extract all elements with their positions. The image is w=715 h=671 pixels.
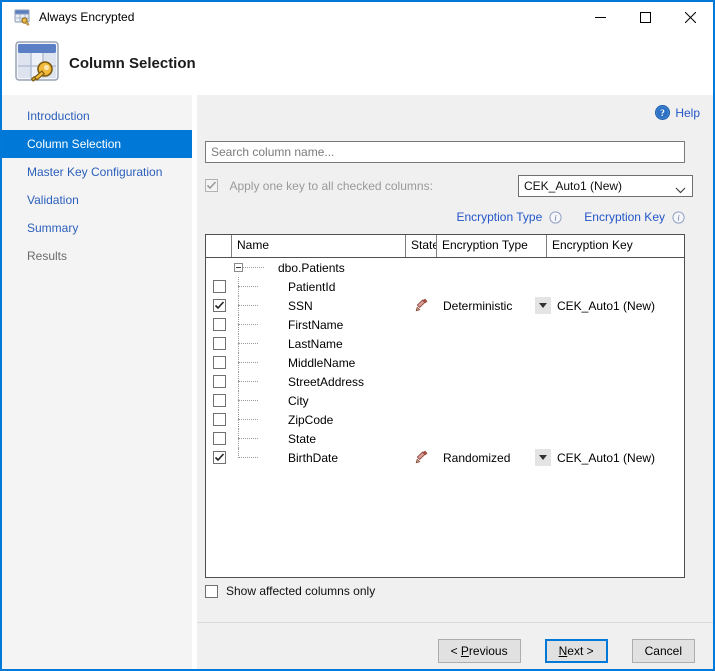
table-group-row: dbo.Patients bbox=[206, 258, 684, 277]
column-checkbox-city[interactable] bbox=[213, 394, 226, 407]
close-button[interactable] bbox=[668, 2, 713, 33]
columns-table: Name State Encryption Type Encryption Ke… bbox=[205, 234, 685, 578]
table-row-ssn: SSN Deterministic CEK_Auto1 (New) bbox=[206, 296, 684, 315]
table-key-icon bbox=[14, 40, 61, 91]
pencil-icon bbox=[415, 451, 428, 464]
minimize-button[interactable] bbox=[578, 2, 623, 33]
column-checkbox-ssn[interactable] bbox=[213, 299, 226, 312]
wizard-steps-nav: IntroductionColumn SelectionMaster Key C… bbox=[2, 95, 192, 669]
col-header-checkbox bbox=[206, 235, 232, 257]
help-icon: ? bbox=[655, 105, 670, 120]
encryption-key-info-icon[interactable]: i bbox=[672, 211, 685, 224]
column-name: PatientId bbox=[288, 280, 335, 294]
search-input[interactable] bbox=[205, 141, 685, 163]
col-header-encryption-key: Encryption Key bbox=[547, 235, 684, 257]
show-affected-checkbox[interactable] bbox=[205, 585, 218, 598]
column-name: SSN bbox=[288, 299, 313, 313]
table-row-zipcode: ZipCode bbox=[206, 410, 684, 429]
encryption-type-link[interactable]: Encryption Type bbox=[456, 210, 542, 224]
column-selection-panel: ? Help Apply one key to all checked colu… bbox=[197, 95, 713, 669]
footer-buttons: < Previous Next > Cancel bbox=[197, 639, 713, 663]
column-name: FirstName bbox=[288, 318, 343, 332]
column-checkbox-zipcode[interactable] bbox=[213, 413, 226, 426]
show-affected-label: Show affected columns only bbox=[226, 584, 375, 598]
sidebar-item-summary[interactable]: Summary bbox=[2, 214, 192, 242]
previous-button[interactable]: < Previous bbox=[438, 639, 521, 663]
column-checkbox-middlename[interactable] bbox=[213, 356, 226, 369]
sidebar-item-column-selection[interactable]: Column Selection bbox=[2, 130, 192, 158]
always-encrypted-window: Always Encrypted bbox=[0, 0, 715, 671]
col-header-name: Name bbox=[232, 235, 406, 257]
col-header-encryption-type: Encryption Type bbox=[437, 235, 547, 257]
window-title: Always Encrypted bbox=[39, 2, 134, 33]
column-name: ZipCode bbox=[288, 413, 333, 427]
apply-key-row: Apply one key to all checked columns: CE… bbox=[205, 177, 713, 199]
sidebar-item-introduction[interactable]: Introduction bbox=[2, 102, 192, 130]
table-row-state: State bbox=[206, 429, 684, 448]
column-checkbox-firstname[interactable] bbox=[213, 318, 226, 331]
encryption-type-value: Deterministic bbox=[437, 299, 512, 313]
column-checkbox-state[interactable] bbox=[213, 432, 226, 445]
svg-text:?: ? bbox=[660, 109, 665, 119]
table-row-lastname: LastName bbox=[206, 334, 684, 353]
columns-table-header: Name State Encryption Type Encryption Ke… bbox=[206, 235, 684, 258]
column-checkbox-lastname[interactable] bbox=[213, 337, 226, 350]
column-name: MiddleName bbox=[288, 356, 355, 370]
app-table-key-icon bbox=[14, 9, 31, 26]
encryption-key-value: CEK_Auto1 (New) bbox=[547, 299, 655, 313]
column-name: City bbox=[288, 394, 309, 408]
table-row-streetaddress: StreetAddress bbox=[206, 372, 684, 391]
cancel-button[interactable]: Cancel bbox=[632, 639, 695, 663]
cek-dropdown-value: CEK_Auto1 (New) bbox=[524, 179, 622, 193]
table-row-patientid: PatientId bbox=[206, 277, 684, 296]
column-name: LastName bbox=[288, 337, 343, 351]
help-link[interactable]: ? Help bbox=[655, 105, 700, 120]
encryption-type-value: Randomized bbox=[437, 451, 510, 465]
apply-key-checkbox bbox=[205, 179, 218, 192]
encryption-key-link[interactable]: Encryption Key bbox=[584, 210, 665, 224]
sidebar-item-results: Results bbox=[2, 242, 192, 270]
column-name: StreetAddress bbox=[288, 375, 364, 389]
encryption-key-value: CEK_Auto1 (New) bbox=[547, 451, 655, 465]
sidebar-item-validation[interactable]: Validation bbox=[2, 186, 192, 214]
table-row-middlename: MiddleName bbox=[206, 353, 684, 372]
table-row-city: City bbox=[206, 391, 684, 410]
show-affected-row: Show affected columns only bbox=[205, 584, 375, 598]
group-name: dbo.Patients bbox=[278, 261, 345, 275]
chevron-down-icon bbox=[675, 183, 686, 197]
column-name: BirthDate bbox=[288, 451, 338, 465]
column-name: State bbox=[288, 432, 316, 446]
collapse-icon[interactable] bbox=[234, 263, 243, 272]
column-checkbox-birthdate[interactable] bbox=[213, 451, 226, 464]
table-row-birthdate: BirthDate Randomized CEK_Auto1 (New) bbox=[206, 448, 684, 467]
column-checkbox-streetaddress[interactable] bbox=[213, 375, 226, 388]
page-title: Column Selection bbox=[69, 55, 196, 72]
encryption-type-info-icon[interactable]: i bbox=[549, 211, 562, 224]
apply-key-label: Apply one key to all checked columns: bbox=[229, 179, 432, 193]
wizard-header: Column Selection bbox=[2, 33, 713, 95]
pencil-icon bbox=[415, 299, 428, 312]
sidebar-item-master-key-configuration[interactable]: Master Key Configuration bbox=[2, 158, 192, 186]
next-button[interactable]: Next > bbox=[545, 639, 608, 663]
column-header-links: Encryption Type i Encryption Key i bbox=[456, 210, 685, 224]
help-label: Help bbox=[675, 106, 700, 120]
titlebar: Always Encrypted bbox=[2, 2, 713, 33]
cek-dropdown[interactable]: CEK_Auto1 (New) bbox=[518, 175, 693, 197]
maximize-button[interactable] bbox=[623, 2, 668, 33]
table-row-firstname: FirstName bbox=[206, 315, 684, 334]
col-header-state: State bbox=[406, 235, 437, 257]
footer-divider bbox=[197, 622, 713, 623]
column-checkbox-patientid[interactable] bbox=[213, 280, 226, 293]
